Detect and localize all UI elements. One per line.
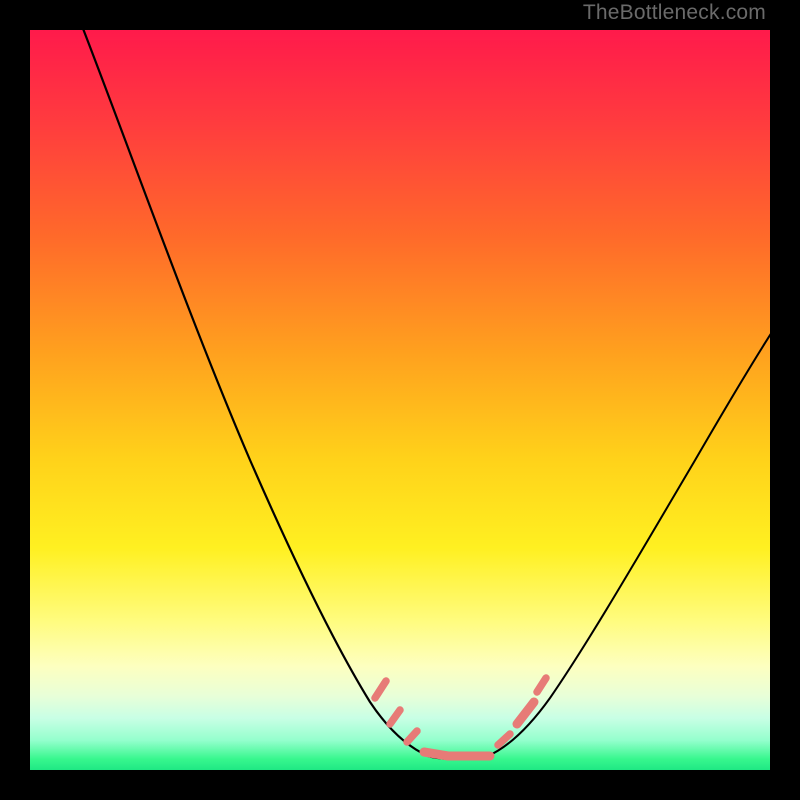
tick [537, 678, 546, 692]
pink-ticks [375, 678, 546, 756]
chart-svg [30, 30, 770, 770]
tick [375, 681, 386, 698]
tick [390, 710, 400, 724]
watermark-text: TheBottleneck.com [583, 1, 766, 25]
tick [407, 731, 417, 742]
plot-area [30, 30, 770, 770]
chart-frame: TheBottleneck.com [0, 0, 800, 800]
right-branch [488, 332, 770, 756]
left-branch [82, 30, 428, 756]
